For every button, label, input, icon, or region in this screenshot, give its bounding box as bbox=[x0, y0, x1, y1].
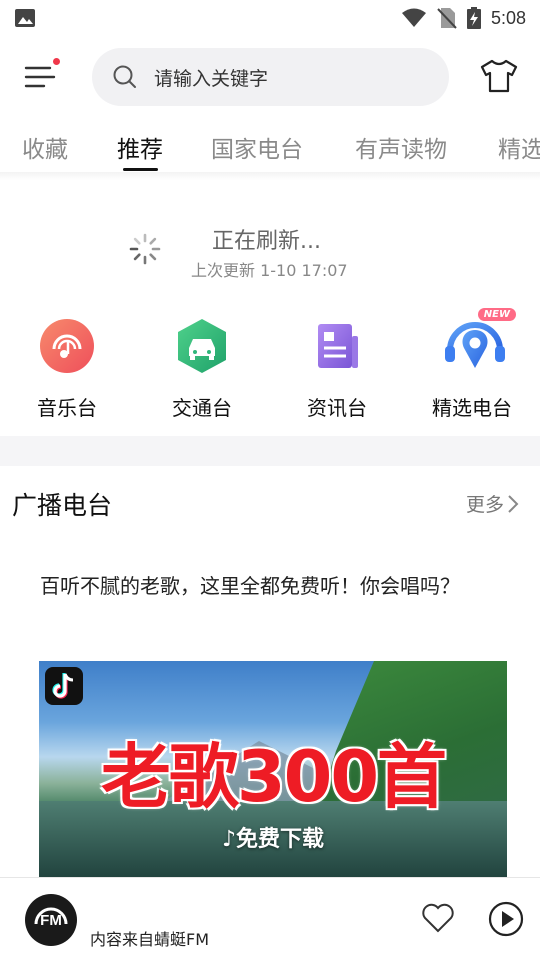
tab-recommended[interactable]: 推荐 bbox=[117, 130, 163, 164]
mini-player: FM 内容来自蜻蜓FM bbox=[0, 877, 540, 960]
article-banner[interactable]: 老歌300首 ♪免费下载 bbox=[39, 661, 507, 879]
no-sim-icon bbox=[437, 8, 457, 29]
tshirt-icon bbox=[480, 59, 518, 93]
location-headphone-icon bbox=[445, 322, 505, 368]
tab-national-radio[interactable]: 国家电台 bbox=[211, 130, 303, 164]
banner-subtitle: ♪免费下载 bbox=[221, 827, 325, 852]
tab-audiobooks[interactable]: 有声读物 bbox=[355, 130, 447, 164]
battery-charging-icon bbox=[466, 7, 481, 29]
car-icon bbox=[178, 319, 226, 373]
category-music[interactable]: 音乐台 bbox=[7, 316, 127, 421]
play-icon[interactable] bbox=[487, 900, 525, 938]
radio-categories: 音乐台 交通台 资讯台 NEW 精选电台 bbox=[0, 308, 540, 426]
category-label: 精选电台 bbox=[432, 396, 512, 420]
section-divider bbox=[0, 436, 540, 466]
refresh-status: 正在刷新... bbox=[212, 229, 321, 254]
tabs-shadow bbox=[0, 172, 540, 180]
search-input[interactable]: 请输入关键字 bbox=[92, 48, 449, 106]
search-placeholder: 请输入关键字 bbox=[154, 67, 269, 90]
category-traffic[interactable]: 交通台 bbox=[142, 316, 262, 421]
banner-headline: 老歌300首 bbox=[100, 736, 447, 818]
image-notification-icon bbox=[15, 9, 35, 27]
category-news[interactable]: 资讯台 bbox=[277, 316, 397, 421]
more-link[interactable]: 更多 bbox=[466, 490, 504, 517]
heart-icon[interactable] bbox=[420, 900, 456, 936]
notification-dot bbox=[53, 58, 60, 65]
last-update-time: 上次更新 1-10 17:07 bbox=[191, 261, 348, 280]
new-badge: NEW bbox=[477, 308, 516, 321]
status-bar: 5:08 bbox=[0, 0, 540, 36]
search-icon bbox=[113, 65, 136, 88]
category-featured[interactable]: NEW 精选电台 bbox=[412, 308, 532, 421]
player-source: 内容来自蜻蜓FM bbox=[90, 930, 210, 949]
tiktok-logo-icon bbox=[45, 667, 83, 705]
wifi-icon bbox=[401, 8, 426, 27]
fm-logo-text: FM bbox=[40, 912, 62, 929]
loading-spinner-icon bbox=[129, 233, 161, 265]
chevron-right-icon[interactable] bbox=[506, 494, 520, 514]
menu-button[interactable] bbox=[20, 58, 64, 98]
status-time: 5:08 bbox=[490, 7, 526, 28]
skin-button[interactable] bbox=[480, 58, 518, 94]
category-label: 资讯台 bbox=[307, 396, 367, 420]
article-title[interactable]: 百听不腻的老歌，这里全都免费听！你会唱吗？ bbox=[40, 570, 460, 599]
section-title: 广播电台 bbox=[12, 491, 113, 520]
category-label: 音乐台 bbox=[37, 396, 97, 420]
music-radio-icon bbox=[40, 319, 94, 373]
news-icon bbox=[318, 324, 358, 368]
top-bar: 请输入关键字 bbox=[0, 44, 540, 110]
category-tabs: 收藏 推荐 国家电台 有声读物 精选 bbox=[0, 124, 540, 174]
tab-featured[interactable]: 精选 bbox=[498, 130, 540, 164]
pull-refresh: 正在刷新... 上次更新 1-10 17:07 bbox=[0, 215, 540, 285]
fm-logo-icon[interactable]: FM bbox=[25, 894, 77, 946]
category-label: 交通台 bbox=[172, 396, 232, 420]
tab-favorites[interactable]: 收藏 bbox=[22, 130, 68, 164]
active-tab-indicator bbox=[123, 168, 158, 171]
